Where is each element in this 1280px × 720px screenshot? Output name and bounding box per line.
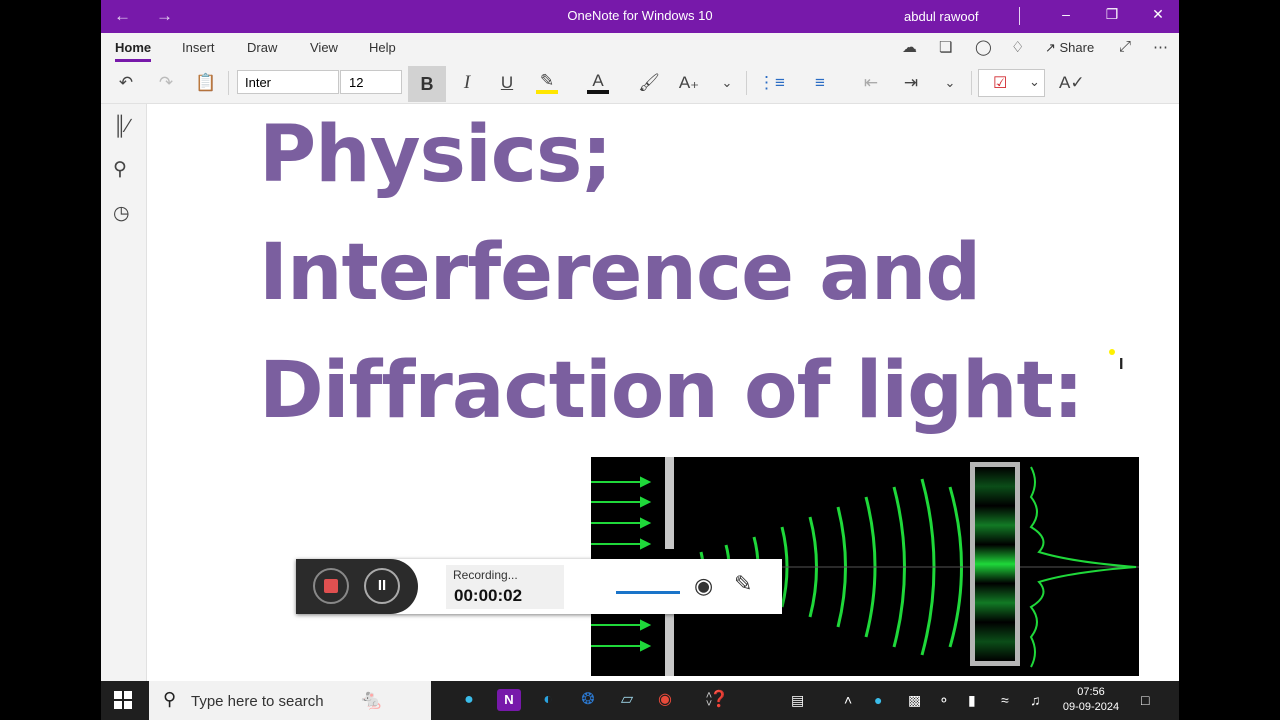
share-button[interactable]: ↗ Share xyxy=(1045,40,1094,56)
volume-icon[interactable]: ♫ xyxy=(1030,692,1041,708)
search-icon: ⚲ xyxy=(163,689,177,709)
share-icon: ↗ xyxy=(1045,40,1060,55)
clipboard-icon[interactable]: 📋 xyxy=(195,71,217,95)
chevron-down-icon[interactable]: ⌄ xyxy=(941,71,959,95)
toolbar-divider xyxy=(746,71,747,95)
pen-icon[interactable]: ✎ xyxy=(734,571,752,597)
tab-draw[interactable]: Draw xyxy=(247,40,277,55)
notes-app-icon[interactable]: ▱ xyxy=(615,689,639,711)
clock-time: 07:56 xyxy=(1077,686,1105,698)
onenote-app-icon[interactable]: N xyxy=(497,689,521,711)
spelling-icon[interactable]: A✓ xyxy=(1059,71,1085,95)
lightbulb-icon[interactable]: ◯ xyxy=(975,38,992,56)
stop-icon xyxy=(324,579,338,593)
recorder-controls: II xyxy=(296,559,418,614)
close-icon[interactable]: ✕ xyxy=(1143,6,1173,23)
sync-cloud-icon[interactable]: ☁ xyxy=(902,38,917,56)
camera-app-icon[interactable]: ● xyxy=(457,689,481,711)
title-separator xyxy=(1019,7,1020,25)
settings-app-icon[interactable]: ❂ xyxy=(576,689,600,711)
recording-label: Recording... xyxy=(453,568,518,582)
font-size-input[interactable]: 12 xyxy=(340,70,402,94)
numbered-list-icon[interactable]: ≡ xyxy=(808,71,832,95)
italic-button[interactable]: I xyxy=(456,71,478,95)
pause-recording-button[interactable]: II xyxy=(364,568,400,604)
user-name[interactable]: abdul rawoof xyxy=(904,9,978,24)
search-highlight-mouse-icon: 🐁 xyxy=(359,689,384,711)
expand-icon[interactable]: ⤢ xyxy=(1119,38,1131,55)
increase-indent-icon[interactable]: ⇥ xyxy=(899,71,923,95)
search-icon[interactable]: ⚲ xyxy=(113,158,127,181)
meet-now-icon[interactable]: ▩ xyxy=(908,692,921,709)
heading-line[interactable]: Interference and xyxy=(259,234,981,312)
chevron-down-icon: ⌄ xyxy=(1029,74,1040,89)
windows-taskbar: ⚲ Type here to search 🐁 ● N ◐ ❂ ▱ ◉ ˄ ˅ ❓… xyxy=(101,681,1179,720)
slit-barrier-bottom xyxy=(665,609,674,676)
wifi-icon[interactable]: ≈ xyxy=(1001,692,1009,708)
search-placeholder: Type here to search xyxy=(191,693,324,710)
bold-button[interactable]: B xyxy=(408,66,446,102)
bell-icon[interactable]: ♢ xyxy=(1011,38,1024,56)
app-title: OneNote for Windows 10 xyxy=(567,8,713,23)
tab-help[interactable]: Help xyxy=(369,40,396,55)
toolbar-divider xyxy=(228,71,229,95)
stop-recording-button[interactable] xyxy=(313,568,349,604)
highlight-icon[interactable]: ✎ xyxy=(536,71,558,94)
share-label: Share xyxy=(1059,40,1095,55)
heading-line[interactable]: Diffraction of light: xyxy=(259,352,1084,430)
chevron-down-icon[interactable]: ⌄ xyxy=(718,71,736,95)
heading-line[interactable]: Physics; xyxy=(259,116,613,194)
notebooks-icon[interactable]: ║∕ xyxy=(113,116,130,138)
cursor-highlight xyxy=(1109,349,1115,355)
decrease-indent-icon[interactable]: ⇤ xyxy=(859,71,883,95)
taskbar-clock[interactable]: 07:56 09-09-2024 xyxy=(1056,685,1126,715)
microphone-icon[interactable]: ⚬ xyxy=(938,692,950,709)
tab-home[interactable]: Home xyxy=(115,40,152,62)
webcam-icon[interactable]: ◉ xyxy=(694,573,713,599)
toolbar-divider xyxy=(971,71,972,95)
clock-date: 09-09-2024 xyxy=(1062,701,1120,713)
undo-icon[interactable]: ↶ xyxy=(115,71,137,95)
volume-level-bar[interactable] xyxy=(616,591,680,594)
notifications-icon[interactable]: □ xyxy=(1141,692,1149,708)
clear-formatting-icon[interactable]: A₊ xyxy=(678,71,700,95)
chrome-app-icon[interactable]: ◉ xyxy=(653,689,677,711)
font-name-input[interactable]: Inter xyxy=(237,70,339,94)
recording-timer: 00:00:02 xyxy=(454,586,523,605)
taskbar-search-box[interactable]: ⚲ Type here to search 🐁 xyxy=(149,681,431,720)
recent-notes-icon[interactable]: ◷ xyxy=(113,202,130,225)
redo-icon[interactable]: ↷ xyxy=(155,71,177,95)
slit-barrier-top xyxy=(665,457,674,549)
minimize-icon[interactable]: – xyxy=(1051,6,1081,22)
underline-button[interactable]: U xyxy=(496,71,518,95)
windows-start-icon[interactable] xyxy=(114,691,132,709)
recording-status: Recording... 00:00:02 xyxy=(446,565,564,609)
recorder-tray-icon[interactable]: ● xyxy=(874,692,882,708)
format-painter-icon[interactable]: 🖌 xyxy=(638,71,660,95)
ribbon-tabs: Home Insert Draw View Help ☁ ❏ ◯ ♢ ↗ Sha… xyxy=(101,33,1179,63)
title-bar: ← → OneNote for Windows 10 abdul rawoof … xyxy=(101,0,1179,33)
todo-tag-icon: ☑ xyxy=(993,75,1008,92)
restore-icon[interactable]: ❐ xyxy=(1097,6,1127,23)
home-toolbar: ↶ ↷ 📋 Inter 12 B I U ✎ A 🖌 A₊ ⌄ ⋮≡ ≡ ⇤ ⇥… xyxy=(101,63,1179,104)
tag-dropdown[interactable]: ☑ ⌄ xyxy=(978,69,1045,97)
screen-recorder-bar: II Recording... 00:00:02 ◉ ✎ xyxy=(296,559,782,614)
text-cursor-icon: I xyxy=(1119,356,1124,373)
news-widget-icon[interactable]: ▤ xyxy=(791,692,804,709)
font-color-icon[interactable]: A xyxy=(587,71,609,94)
tab-view[interactable]: View xyxy=(310,40,338,55)
bullet-list-icon[interactable]: ⋮≡ xyxy=(758,71,785,95)
battery-icon[interactable]: ▮ xyxy=(968,692,976,709)
chevron-up-icon[interactable]: ˄ xyxy=(844,692,852,708)
left-nav: ║∕ ⚲ ◷ xyxy=(101,104,147,681)
notebook-pages-icon[interactable]: ❏ xyxy=(939,38,952,56)
more-options-icon[interactable]: ⋯ xyxy=(1153,38,1168,56)
fringe-pattern xyxy=(975,467,1015,661)
tab-insert[interactable]: Insert xyxy=(182,40,215,55)
edge-app-icon[interactable]: ◐ xyxy=(536,689,560,711)
help-app-icon[interactable]: ❓ xyxy=(707,689,731,711)
